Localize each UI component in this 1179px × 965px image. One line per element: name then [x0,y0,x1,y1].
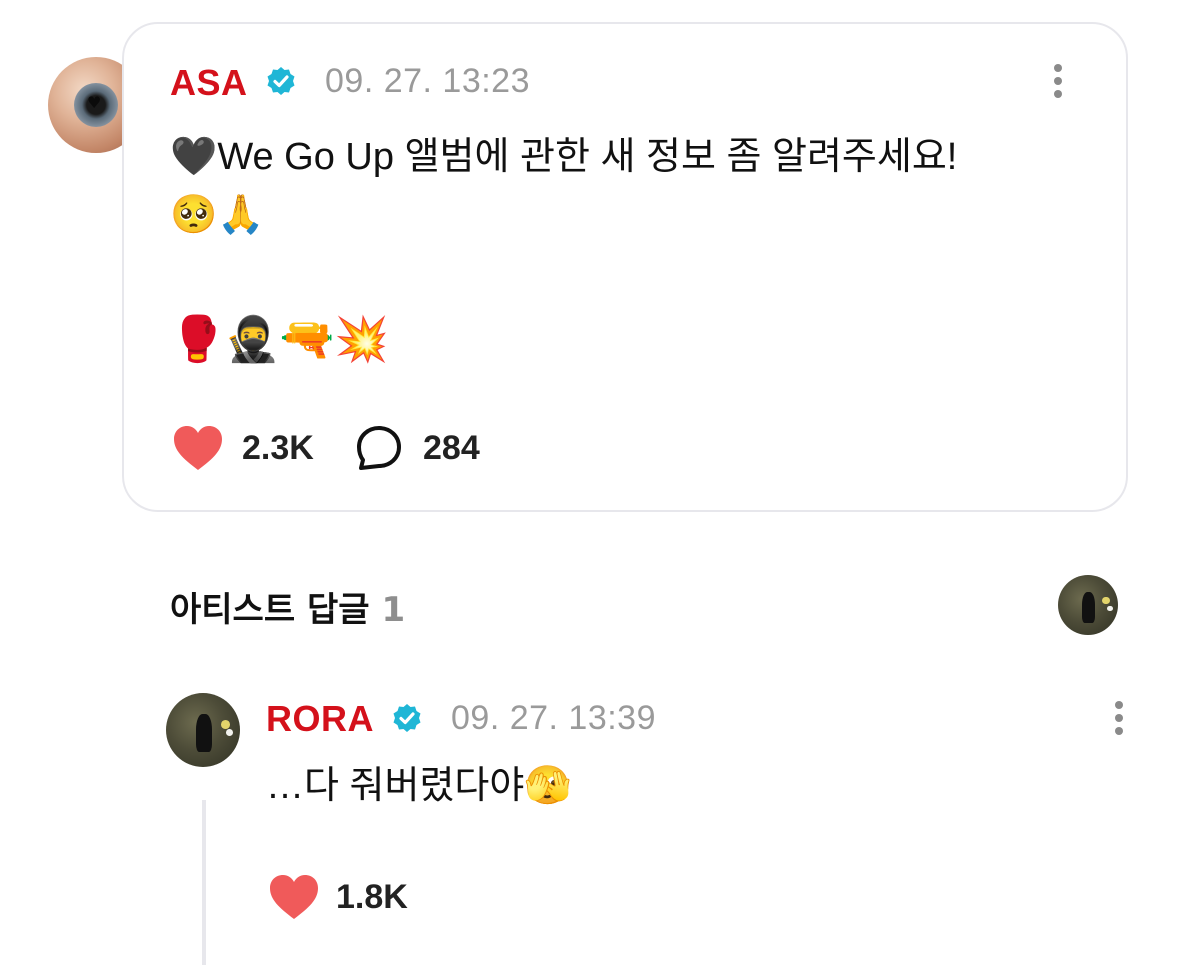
artist-replies-header: 아티스트 답글 1 [170,582,405,631]
artist-avatar-small[interactable] [1058,575,1118,635]
reply-timestamp: 09. 27. 13:39 [451,699,657,737]
rora-avatar[interactable] [166,693,240,767]
heart-icon: ♥ [87,93,102,112]
verified-badge-icon [393,704,421,732]
artist-replies-title: 아티스트 답글 [170,590,370,630]
more-vertical-icon[interactable] [1052,64,1064,104]
flowers-decoration [220,719,230,729]
post-body-text: 🖤We Go Up 앨범에 관한 새 정보 좀 알려주세요! 🥺🙏 [170,136,958,236]
more-vertical-icon[interactable] [1113,701,1125,741]
verified-badge-icon [267,67,295,95]
artist-replies-count: 1 [381,590,406,630]
like-count: 2.3K [242,428,314,467]
like-button[interactable]: 2.3K [172,424,314,472]
comment-button[interactable]: 284 [355,424,480,472]
post-author-name[interactable]: ASA [170,62,248,104]
heart-icon [270,875,318,919]
reply-like-button[interactable]: 1.8K [268,873,408,921]
reply-body-text: …다 줘버렸다야🫣 [266,765,572,807]
figure-silhouette [195,713,212,753]
comment-bubble-icon [357,426,401,470]
reply-like-count: 1.8K [336,877,408,916]
figure-silhouette [1082,591,1096,623]
post-timestamp: 09. 27. 13:23 [325,62,531,100]
comment-count: 284 [423,428,480,467]
heart-icon [174,426,222,470]
reply-author-name[interactable]: RORA [266,698,374,740]
flowers-decoration [1102,596,1110,604]
thread-line [202,800,206,965]
post-emoji-line: 🥊🥷🔫💥 [170,314,390,365]
